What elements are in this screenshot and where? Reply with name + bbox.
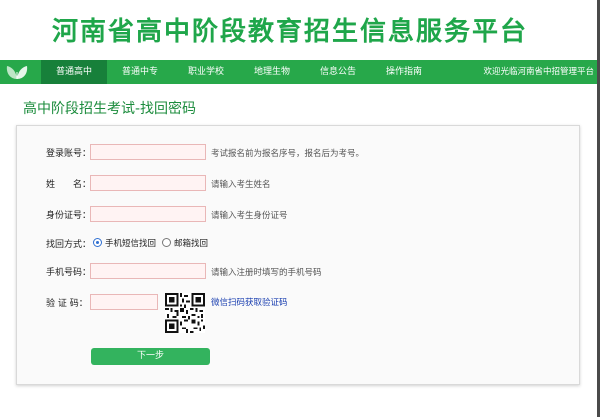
leaf-logo-icon (6, 66, 28, 79)
sms-recovery-radio[interactable] (93, 238, 102, 247)
welcome-text: 欢迎光临河南省中招管理平台 (483, 67, 594, 77)
id-number-input[interactable] (90, 206, 206, 222)
nav-item-general-high-school[interactable]: 普通高中 (41, 60, 107, 84)
email-recovery-radio[interactable] (162, 238, 171, 247)
captcha-label: 验 证 码： (46, 299, 88, 309)
nav-item-geography-biology[interactable]: 地理生物 (239, 60, 305, 84)
nav-item-announcements[interactable]: 信息公告 (305, 60, 371, 84)
account-input[interactable] (90, 144, 206, 160)
nav-item-vocational-school[interactable]: 职业学校 (173, 60, 239, 84)
phone-input[interactable] (90, 263, 206, 279)
next-step-button[interactable]: 下一步 (91, 348, 210, 365)
name-label: 姓 名： (46, 180, 92, 190)
site-banner: 河南省高中阶段教育招生信息服务平台 (0, 0, 600, 58)
account-hint: 考试报名前为报名序号，报名后为考号。 (211, 149, 365, 159)
name-hint: 请输入考生姓名 (211, 180, 271, 190)
captcha-input[interactable] (90, 294, 158, 310)
email-recovery-label[interactable]: 邮箱找回 (174, 237, 208, 249)
qr-code-icon (165, 293, 205, 333)
wechat-captcha-link[interactable]: 微信扫码获取验证码 (211, 296, 288, 308)
id-number-label: 身份证号： (46, 211, 92, 221)
site-title: 河南省高中阶段教育招生信息服务平台 (52, 17, 529, 47)
name-input[interactable] (90, 175, 206, 191)
account-label: 登录账号： (46, 149, 92, 159)
id-number-hint: 请输入考生身份证号 (211, 211, 288, 221)
phone-label: 手机号码： (46, 268, 92, 278)
nav-item-operation-guide[interactable]: 操作指南 (371, 60, 437, 84)
sms-recovery-label[interactable]: 手机短信找回 (105, 237, 156, 249)
main-nav: 普通高中 普通中专 职业学校 地理生物 信息公告 操作指南 欢迎光临河南省中招管… (0, 60, 600, 84)
phone-hint: 请输入注册时填写的手机号码 (211, 268, 322, 278)
recover-password-panel (16, 125, 580, 385)
nav-item-secondary-vocational[interactable]: 普通中专 (107, 60, 173, 84)
page-title: 高中阶段招生考试-找回密码 (23, 101, 197, 117)
recovery-method-label: 找回方式： (46, 240, 92, 250)
